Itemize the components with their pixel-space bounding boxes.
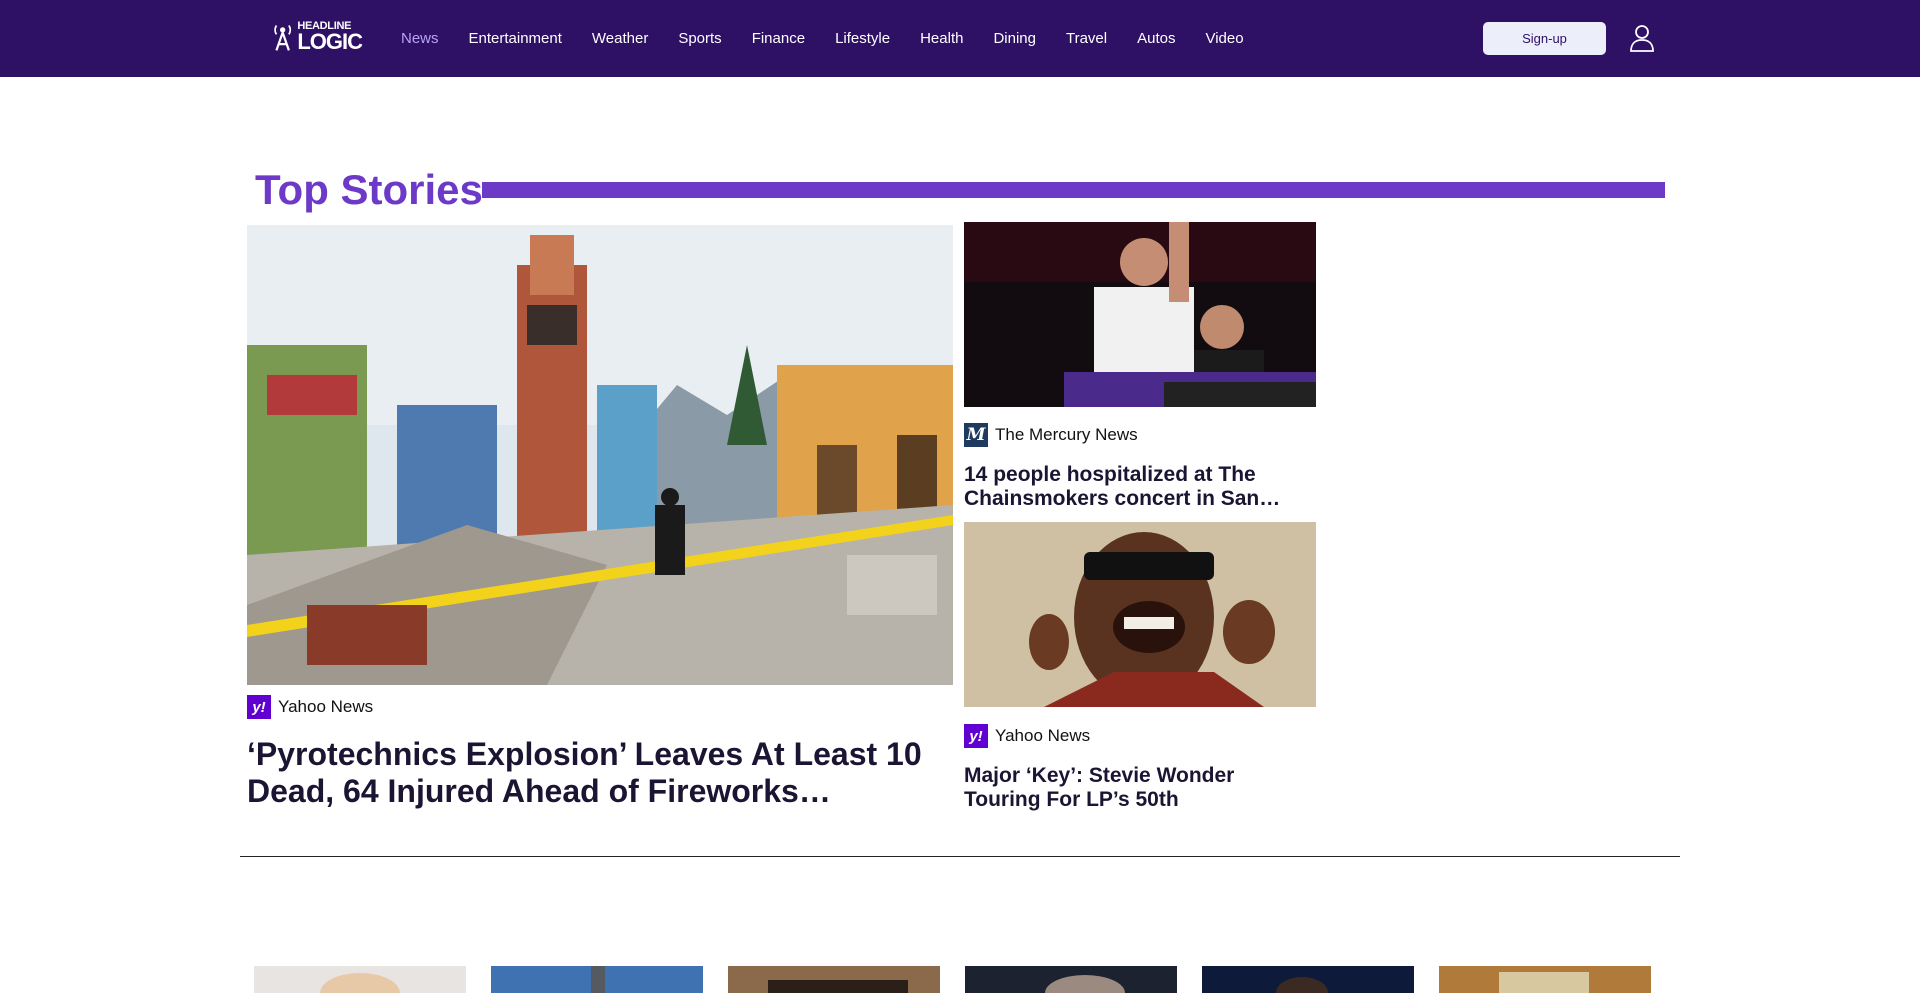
yahoo-logo-icon: y! — [964, 724, 988, 748]
thumbnail-photo — [965, 966, 1177, 993]
thumbnail-photo — [491, 966, 703, 993]
signup-button[interactable]: Sign-up — [1483, 22, 1606, 55]
thumbnail-photo — [254, 966, 466, 993]
thumbnail-photo — [1439, 966, 1651, 993]
concert-dj-photo — [964, 222, 1316, 407]
source-name: Yahoo News — [995, 726, 1091, 745]
nav-item-finance[interactable]: Finance — [752, 30, 805, 47]
source-name: The Mercury News — [995, 425, 1138, 444]
side-story-2-source: y! Yahoo News — [964, 724, 1090, 748]
nav-item-travel[interactable]: Travel — [1066, 30, 1107, 47]
main-story-image[interactable] — [247, 225, 953, 685]
nav-item-sports[interactable]: Sports — [678, 30, 721, 47]
mercury-news-logo-icon: M — [964, 423, 988, 447]
user-icon[interactable] — [1627, 23, 1657, 53]
nav-item-lifestyle[interactable]: Lifestyle — [835, 30, 890, 47]
yahoo-logo-icon: y! — [247, 695, 271, 719]
nav-item-entertainment[interactable]: Entertainment — [469, 30, 562, 47]
section-title-bar — [482, 182, 1665, 198]
nav-item-dining[interactable]: Dining — [993, 30, 1036, 47]
nav-item-weather[interactable]: Weather — [592, 30, 648, 47]
side-story-1-image[interactable] — [964, 222, 1316, 407]
section-title-top-stories: Top Stories — [255, 166, 483, 213]
side-story-2-image[interactable] — [964, 522, 1316, 707]
logo-text-bottom: LOGIC — [297, 29, 363, 54]
side-story-1-source: M The Mercury News — [964, 423, 1138, 447]
section-divider — [240, 856, 1680, 857]
nav-item-video[interactable]: Video — [1205, 30, 1243, 47]
side-story-2-headline[interactable]: Major ‘Key’: Stevie Wonder Touring For L… — [964, 764, 1316, 812]
story-thumbnail[interactable] — [965, 966, 1177, 993]
story-thumbnail[interactable] — [1439, 966, 1651, 993]
stevie-wonder-photo — [964, 522, 1316, 707]
main-story-headline[interactable]: ‘Pyrotechnics Explosion’ Leaves At Least… — [247, 736, 953, 810]
story-thumbnail[interactable] — [254, 966, 466, 993]
nav-item-autos[interactable]: Autos — [1137, 30, 1175, 47]
top-navbar: HEADLINE LOGIC News Entertainment Weathe… — [0, 0, 1920, 77]
explosion-street-photo — [247, 225, 953, 685]
source-name: Yahoo News — [278, 697, 374, 716]
nav-item-health[interactable]: Health — [920, 30, 963, 47]
side-story-1-headline[interactable]: 14 people hospitalized at The Chainsmoke… — [964, 463, 1316, 511]
main-nav: News Entertainment Weather Sports Financ… — [386, 0, 1259, 77]
main-story-source: y! Yahoo News — [247, 695, 373, 719]
thumbnail-photo — [728, 966, 940, 993]
story-thumbnail[interactable] — [1202, 966, 1414, 993]
story-thumbnail[interactable] — [491, 966, 703, 993]
radio-tower-icon — [274, 24, 292, 51]
nav-item-news[interactable]: News — [401, 30, 439, 47]
story-thumbnail[interactable] — [728, 966, 940, 993]
thumbnail-photo — [1202, 966, 1414, 993]
headline-logic-logo[interactable]: HEADLINE LOGIC — [272, 20, 363, 54]
